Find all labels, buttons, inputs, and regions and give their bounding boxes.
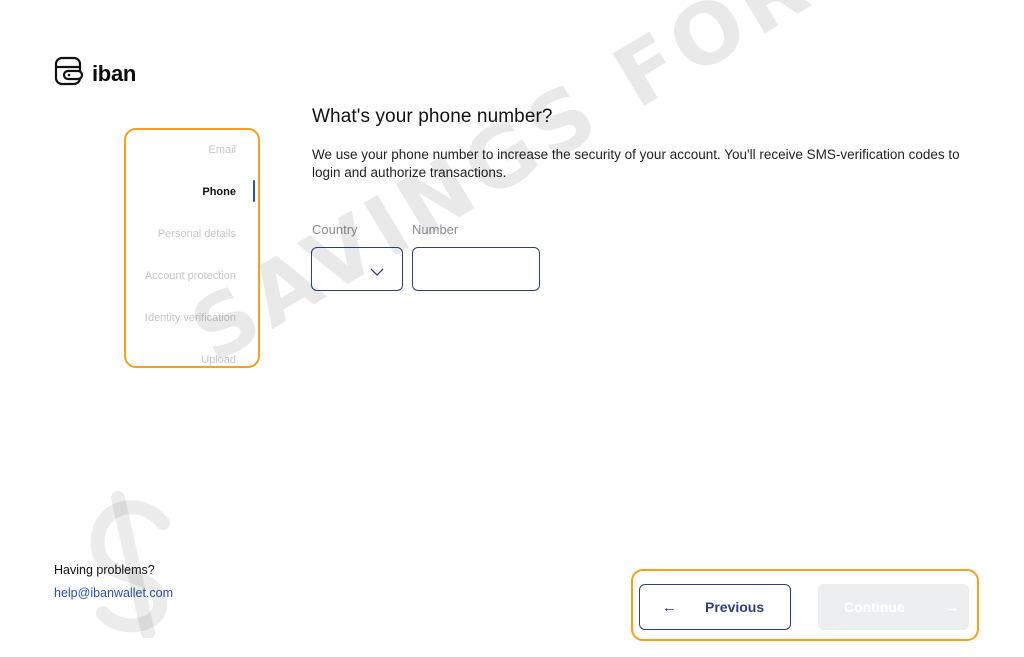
step-email[interactable]: Email <box>208 144 236 156</box>
previous-button-label: Previous <box>705 599 765 615</box>
country-label: Country <box>312 222 358 237</box>
arrow-right-icon: → <box>944 598 960 616</box>
chevron-down-icon <box>370 264 384 282</box>
wallet-icon <box>54 56 84 91</box>
continue-button-label: Continue <box>844 599 905 615</box>
phone-number-input[interactable] <box>412 247 540 291</box>
arrow-left-icon: ← <box>662 598 677 616</box>
page-title: What's your phone number? <box>312 106 553 127</box>
active-step-indicator <box>253 180 255 202</box>
step-phone[interactable]: Phone <box>202 186 236 198</box>
brand-logo[interactable]: iban <box>54 56 136 91</box>
previous-button[interactable]: ← Previous <box>639 584 791 630</box>
brand-name: iban <box>92 60 137 86</box>
main-content: What's your phone number? We use your ph… <box>312 106 982 182</box>
step-account-protection[interactable]: Account protection <box>145 270 236 282</box>
watermark-text: SAVINGS FOR FREEDOM <box>174 0 1024 382</box>
step-upload[interactable]: Upload <box>201 354 236 366</box>
help-title: Having problems? <box>54 563 155 577</box>
continue-button[interactable]: Continue → <box>818 584 969 630</box>
step-identity-verification[interactable]: Identity verification <box>145 312 236 324</box>
number-label: Number <box>412 222 459 237</box>
step-personal-details[interactable]: Personal details <box>158 228 236 240</box>
steps-sidebar: Email Phone Personal details Account pro… <box>124 128 260 368</box>
page-description: We use your phone number to increase the… <box>312 147 960 180</box>
help-email-link[interactable]: help@ibanwallet.com <box>54 586 173 600</box>
country-select[interactable] <box>311 247 403 291</box>
